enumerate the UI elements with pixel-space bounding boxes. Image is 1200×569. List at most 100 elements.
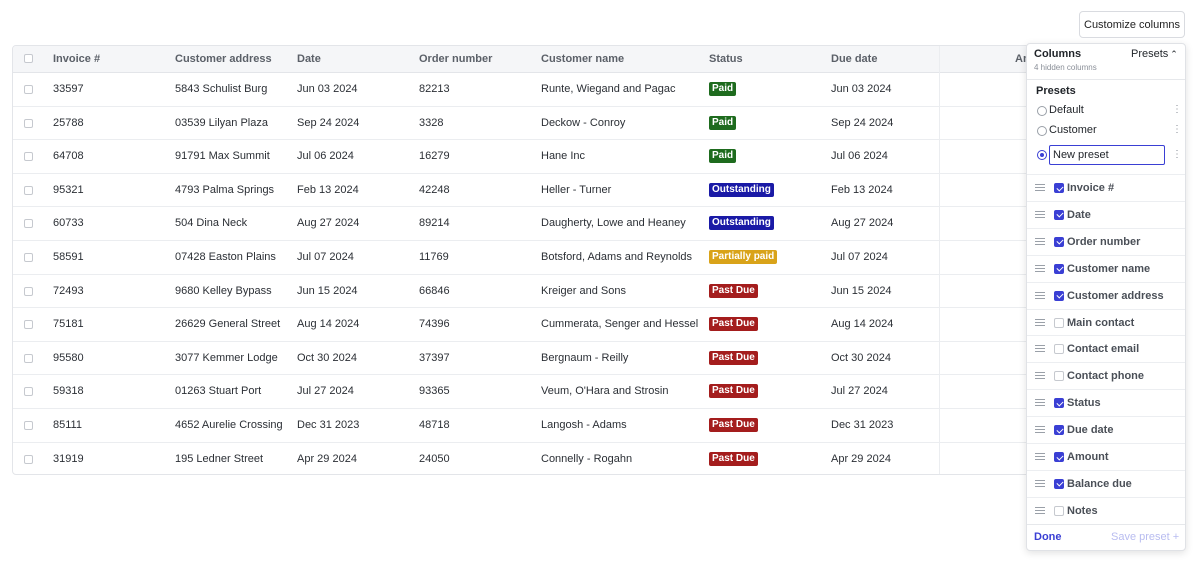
column-checkbox[interactable] bbox=[1054, 317, 1064, 328]
column-checkbox[interactable] bbox=[1054, 263, 1064, 274]
column-toggle-row[interactable]: Customer address bbox=[1027, 281, 1185, 309]
column-checkbox[interactable] bbox=[1054, 209, 1064, 220]
preset-label-customer: Customer bbox=[1049, 124, 1097, 136]
header-date[interactable]: Date bbox=[297, 46, 321, 72]
table-row[interactable]: 58591 07428 Easton Plains Jul 07 2024 11769… bbox=[13, 241, 1051, 275]
column-toggle-row[interactable]: Notes bbox=[1027, 496, 1185, 524]
column-toggle-row[interactable]: Contact phone bbox=[1027, 362, 1185, 389]
column-toggle-row[interactable]: Balance due bbox=[1027, 469, 1185, 497]
drag-handle-icon[interactable] bbox=[1035, 426, 1045, 434]
drag-handle-icon[interactable] bbox=[1035, 399, 1045, 407]
column-checkbox[interactable] bbox=[1054, 505, 1064, 516]
cell-due: Jun 15 2024 bbox=[831, 284, 892, 297]
drag-handle-icon[interactable] bbox=[1035, 237, 1045, 246]
column-checkbox[interactable] bbox=[1054, 478, 1064, 489]
save-preset-button[interactable]: Save preset + bbox=[1111, 531, 1179, 543]
row-checkbox[interactable] bbox=[24, 454, 33, 464]
drag-handle-icon[interactable] bbox=[1035, 264, 1045, 273]
cell-name: Deckow - Conroy bbox=[541, 116, 626, 129]
customize-columns-button[interactable]: Customize columns bbox=[1079, 11, 1185, 38]
drag-handle-icon[interactable] bbox=[1035, 479, 1045, 488]
column-label: Customer address bbox=[1067, 289, 1164, 302]
column-toggle-row[interactable]: Amount bbox=[1027, 443, 1185, 470]
preset-radio-default[interactable] bbox=[1037, 106, 1047, 116]
column-checkbox[interactable] bbox=[1054, 344, 1064, 355]
drag-handle-icon[interactable] bbox=[1035, 506, 1045, 515]
select-all-checkbox[interactable] bbox=[24, 54, 33, 63]
new-preset-input[interactable] bbox=[1049, 145, 1165, 165]
drag-handle-icon[interactable] bbox=[1035, 291, 1045, 300]
drag-handle-icon[interactable] bbox=[1035, 453, 1045, 461]
row-checkbox[interactable] bbox=[24, 286, 33, 296]
cell-address: 91791 Max Summit bbox=[175, 150, 270, 163]
drag-handle-icon[interactable] bbox=[1035, 210, 1045, 219]
column-checkbox[interactable] bbox=[1054, 290, 1064, 301]
column-checkbox[interactable] bbox=[1054, 236, 1064, 247]
header-customer-address[interactable]: Customer address bbox=[175, 46, 272, 72]
header-due-date[interactable]: Due date bbox=[831, 46, 877, 72]
table-row[interactable]: 59318 01263 Stuart Port Jul 27 2024 93365 Ve… bbox=[13, 375, 1051, 409]
table-row[interactable]: 85111 4652 Aurelie Crossing Dec 31 2023 487… bbox=[13, 409, 1051, 443]
done-button[interactable]: Done bbox=[1034, 531, 1062, 543]
status-badge: Past Due bbox=[709, 283, 758, 298]
table-row[interactable]: 95580 3077 Kemmer Lodge Oct 30 2024 37397 Be… bbox=[13, 342, 1051, 376]
drag-handle-icon[interactable] bbox=[1035, 318, 1045, 327]
column-toggle-row[interactable]: Status bbox=[1027, 389, 1185, 416]
drag-handle-icon[interactable] bbox=[1035, 372, 1045, 380]
column-label: Balance due bbox=[1067, 477, 1132, 490]
header-order-number[interactable]: Order number bbox=[419, 46, 492, 72]
cell-invoice: 31919 bbox=[53, 452, 84, 465]
header-customer-name[interactable]: Customer name bbox=[541, 46, 624, 72]
table-row[interactable]: 72493 9680 Kelley Bypass Jun 15 2024 66846 K… bbox=[13, 275, 1051, 309]
header-invoice[interactable]: Invoice # bbox=[53, 46, 100, 72]
table-row[interactable]: 33597 5843 Schulist Burg Jun 03 2024 82213 R… bbox=[13, 73, 1051, 107]
row-checkbox[interactable] bbox=[24, 320, 33, 330]
table-row[interactable]: 75181 26629 General Street Aug 14 2024 7439… bbox=[13, 308, 1051, 342]
row-checkbox[interactable] bbox=[24, 185, 33, 195]
presets-toggle[interactable]: Presets ⌃ bbox=[1131, 48, 1178, 60]
column-checkbox[interactable] bbox=[1054, 425, 1064, 436]
cell-date: Feb 13 2024 bbox=[297, 183, 359, 196]
cell-invoice: 60733 bbox=[53, 217, 84, 230]
table-row[interactable]: 64708 91791 Max Summit Jul 06 2024 16279 Han… bbox=[13, 140, 1051, 174]
row-checkbox[interactable] bbox=[24, 152, 33, 162]
column-label: Contact email bbox=[1067, 343, 1140, 356]
more-vertical-icon[interactable]: ⋮ bbox=[1172, 150, 1182, 160]
table-row[interactable]: 31919 195 Ledner Street Apr 29 2024 24050 Co… bbox=[13, 443, 1051, 474]
more-vertical-icon[interactable]: ⋮ bbox=[1172, 105, 1182, 115]
row-checkbox[interactable] bbox=[24, 253, 33, 262]
column-toggle-row[interactable]: Main contact bbox=[1027, 308, 1185, 336]
column-toggle-row[interactable]: Invoice # bbox=[1027, 174, 1185, 201]
column-toggle-row[interactable]: Contact email bbox=[1027, 335, 1185, 362]
row-checkbox[interactable] bbox=[24, 387, 33, 397]
row-checkbox[interactable] bbox=[24, 85, 33, 94]
drag-handle-icon[interactable] bbox=[1035, 345, 1045, 353]
column-toggle-row[interactable]: Due date bbox=[1027, 416, 1185, 443]
row-checkbox[interactable] bbox=[24, 421, 33, 430]
preset-radio-customer[interactable] bbox=[1037, 126, 1047, 136]
row-checkbox[interactable] bbox=[24, 118, 33, 128]
column-checkbox[interactable] bbox=[1054, 183, 1064, 193]
table-row[interactable]: 25788 03539 Lilyan Plaza Sep 24 2024 3328 De… bbox=[13, 107, 1051, 141]
cell-date: Aug 14 2024 bbox=[297, 318, 360, 331]
column-toggle-row[interactable]: Order number bbox=[1027, 227, 1185, 255]
column-toggle-row[interactable]: Date bbox=[1027, 200, 1185, 228]
cell-address: 3077 Kemmer Lodge bbox=[175, 351, 278, 364]
table-row[interactable]: 95321 4793 Palma Springs Feb 13 2024 42248 H… bbox=[13, 174, 1051, 208]
more-vertical-icon[interactable]: ⋮ bbox=[1172, 125, 1182, 135]
column-checkbox[interactable] bbox=[1054, 398, 1064, 409]
table-row[interactable]: 60733 504 Dina Neck Aug 27 2024 89214 Daughe… bbox=[13, 207, 1051, 241]
column-toggle-row[interactable]: Customer name bbox=[1027, 254, 1185, 282]
preset-radio-new[interactable] bbox=[1037, 150, 1047, 160]
cell-date: Oct 30 2024 bbox=[297, 351, 357, 364]
status-badge: Past Due bbox=[709, 451, 758, 466]
row-checkbox[interactable] bbox=[24, 353, 33, 363]
header-status[interactable]: Status bbox=[709, 46, 743, 72]
column-checkbox[interactable] bbox=[1054, 371, 1064, 382]
row-checkbox[interactable] bbox=[24, 219, 33, 229]
cell-date: Jun 15 2024 bbox=[297, 284, 358, 297]
column-checkbox[interactable] bbox=[1054, 452, 1064, 462]
status-cell: Past Due bbox=[709, 342, 758, 375]
drag-handle-icon[interactable] bbox=[1035, 184, 1045, 192]
column-label: Date bbox=[1067, 208, 1091, 221]
